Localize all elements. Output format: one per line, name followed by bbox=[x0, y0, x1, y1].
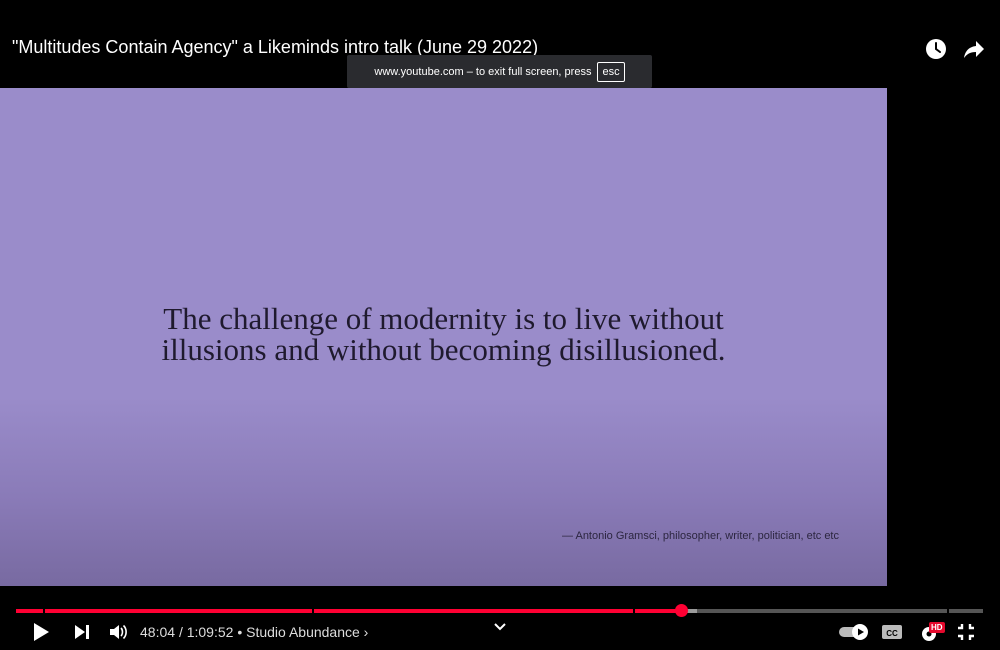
chapter-gap bbox=[43, 609, 45, 613]
time-display: 48:04 / 1:09:52 • Studio Abundance › bbox=[140, 624, 369, 640]
svg-text:CC: CC bbox=[886, 629, 898, 638]
play-icon[interactable] bbox=[32, 622, 50, 647]
current-time: 48:04 bbox=[140, 624, 176, 640]
progress-played bbox=[16, 609, 682, 613]
watch-later-icon[interactable] bbox=[924, 37, 948, 61]
chapter-gap bbox=[312, 609, 314, 613]
esc-key-badge: esc bbox=[597, 61, 625, 82]
channel-chevron-icon: › bbox=[363, 624, 369, 640]
autoplay-toggle-icon[interactable] bbox=[838, 622, 870, 647]
channel-link[interactable]: Studio Abundance bbox=[246, 624, 360, 640]
fullscreen-toast: www.youtube.com – to exit full screen, p… bbox=[347, 55, 652, 88]
chevron-down-icon[interactable] bbox=[493, 620, 507, 638]
next-icon[interactable] bbox=[73, 623, 91, 646]
scrubber-handle[interactable] bbox=[675, 604, 689, 617]
exit-fullscreen-icon[interactable] bbox=[956, 622, 976, 647]
quote-line: The challenge of modernity is to live wi… bbox=[163, 301, 724, 336]
video-frame[interactable]: The challenge of modernity is to live wi… bbox=[0, 88, 887, 586]
top-actions bbox=[924, 37, 986, 61]
progress-bar[interactable] bbox=[16, 604, 983, 617]
captions-icon[interactable]: CC bbox=[881, 623, 903, 646]
player-controls: 48:04 / 1:09:52 • Studio Abundance › CC … bbox=[0, 618, 1000, 648]
hd-badge: HD bbox=[929, 622, 945, 633]
toast-message: www.youtube.com – to exit full screen, p… bbox=[374, 65, 592, 78]
chapter-gap bbox=[947, 609, 949, 613]
share-icon[interactable] bbox=[962, 37, 986, 61]
quote-attribution: — Antonio Gramsci, philosopher, writer, … bbox=[562, 530, 839, 542]
duration: 1:09:52 bbox=[186, 624, 234, 640]
volume-icon[interactable] bbox=[108, 622, 128, 647]
quote-line: illusions and without becoming disillusi… bbox=[161, 332, 726, 367]
slide-quote: The challenge of modernity is to live wi… bbox=[0, 303, 887, 365]
chapter-gap bbox=[633, 609, 635, 613]
